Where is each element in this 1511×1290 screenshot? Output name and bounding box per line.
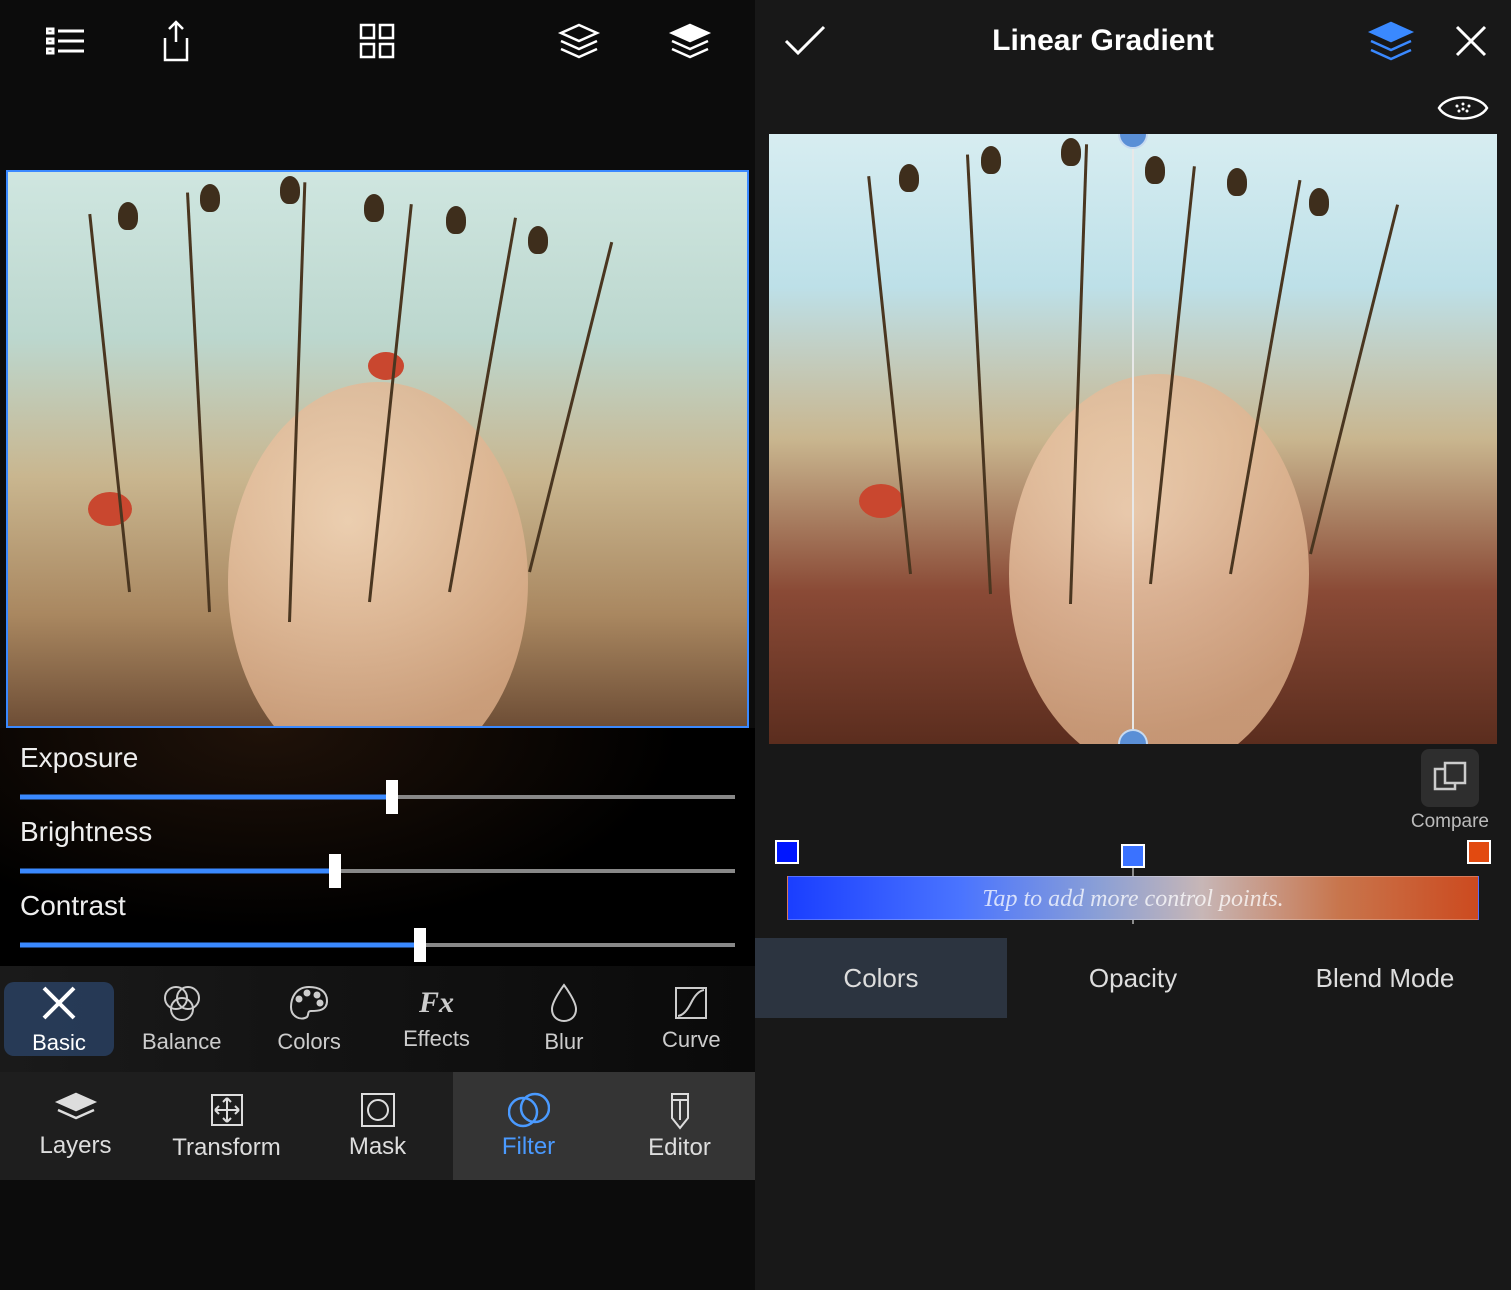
category-label: Effects — [403, 1026, 470, 1052]
nav-label: Mask — [349, 1133, 406, 1161]
nav-transform[interactable]: Transform — [151, 1072, 302, 1180]
gradient-handle-top[interactable] — [1118, 134, 1148, 149]
grid-icon[interactable] — [347, 11, 407, 71]
gradient-stop-3[interactable] — [1467, 840, 1491, 864]
layers-icon[interactable] — [1351, 21, 1431, 61]
share-icon[interactable] — [146, 11, 206, 71]
category-label: Colors — [277, 1029, 341, 1055]
contrast-label: Contrast — [20, 890, 735, 922]
contrast-slider[interactable]: Contrast — [20, 890, 735, 958]
category-label: Blur — [544, 1029, 583, 1055]
gradient-editor-pane: Linear Gradient — [755, 0, 1511, 1290]
filter-editor-pane: Exposure Brightness Contrast Basic Balan… — [0, 0, 755, 1290]
gradient-stop-1[interactable] — [775, 840, 799, 864]
tab-colors[interactable]: Colors — [755, 938, 1007, 1018]
category-label: Curve — [662, 1027, 721, 1053]
nav-label: Transform — [172, 1134, 280, 1162]
category-colors[interactable]: Colors — [245, 983, 372, 1055]
nav-editor[interactable]: Editor — [604, 1072, 755, 1180]
nav-label: Editor — [648, 1134, 711, 1162]
gradient-toolbar: Linear Gradient — [755, 0, 1511, 82]
tab-blend-mode[interactable]: Blend Mode — [1259, 938, 1511, 1018]
gradient-canvas[interactable] — [769, 134, 1497, 744]
sliders-panel: Exposure Brightness Contrast — [0, 728, 755, 966]
compare-icon — [1421, 749, 1479, 807]
nav-mask[interactable]: Mask — [302, 1072, 453, 1180]
nav-filter[interactable]: Filter — [453, 1072, 604, 1180]
gradient-line[interactable] — [1132, 134, 1134, 744]
gradient-control[interactable]: Tap to add more control points. — [769, 838, 1497, 922]
compare-row: Compare — [755, 744, 1511, 838]
brightness-label: Brightness — [20, 816, 735, 848]
exposure-label: Exposure — [20, 742, 735, 774]
compare-button[interactable]: Compare — [1411, 749, 1489, 833]
top-toolbar — [0, 0, 755, 82]
category-basic[interactable]: Basic — [4, 982, 114, 1056]
filter-category-row: Basic Balance Colors Fx Effects Blur Cur… — [0, 966, 755, 1072]
tab-opacity[interactable]: Opacity — [1007, 938, 1259, 1018]
nav-label: Filter — [502, 1133, 555, 1161]
exposure-slider[interactable]: Exposure — [20, 742, 735, 810]
gradient-tabs: Colors Opacity Blend Mode — [755, 938, 1511, 1018]
gradient-tip: Tap to add more control points. — [769, 886, 1497, 913]
close-button[interactable] — [1431, 23, 1511, 59]
brightness-slider[interactable]: Brightness — [20, 816, 735, 884]
category-label: Balance — [142, 1029, 222, 1055]
gradient-stop-2[interactable] — [1121, 844, 1145, 868]
bottom-nav: Layers Transform Mask Filter Editor — [0, 1072, 755, 1180]
eye-icon[interactable] — [1437, 92, 1489, 124]
confirm-button[interactable] — [755, 23, 855, 59]
image-canvas[interactable] — [6, 170, 749, 728]
page-title: Linear Gradient — [855, 24, 1351, 58]
layer-fill-icon[interactable] — [660, 11, 720, 71]
visibility-row — [755, 82, 1511, 134]
category-effects[interactable]: Fx Effects — [373, 986, 500, 1052]
category-blur[interactable]: Blur — [500, 983, 627, 1055]
spacer — [0, 82, 755, 170]
layer-outline-icon[interactable] — [549, 11, 609, 71]
list-icon[interactable] — [35, 11, 95, 71]
nav-label: Layers — [39, 1132, 111, 1160]
compare-label: Compare — [1411, 811, 1489, 833]
category-label: Basic — [32, 1030, 86, 1056]
nav-layers[interactable]: Layers — [0, 1072, 151, 1180]
category-balance[interactable]: Balance — [118, 983, 245, 1055]
category-curve[interactable]: Curve — [628, 985, 755, 1053]
